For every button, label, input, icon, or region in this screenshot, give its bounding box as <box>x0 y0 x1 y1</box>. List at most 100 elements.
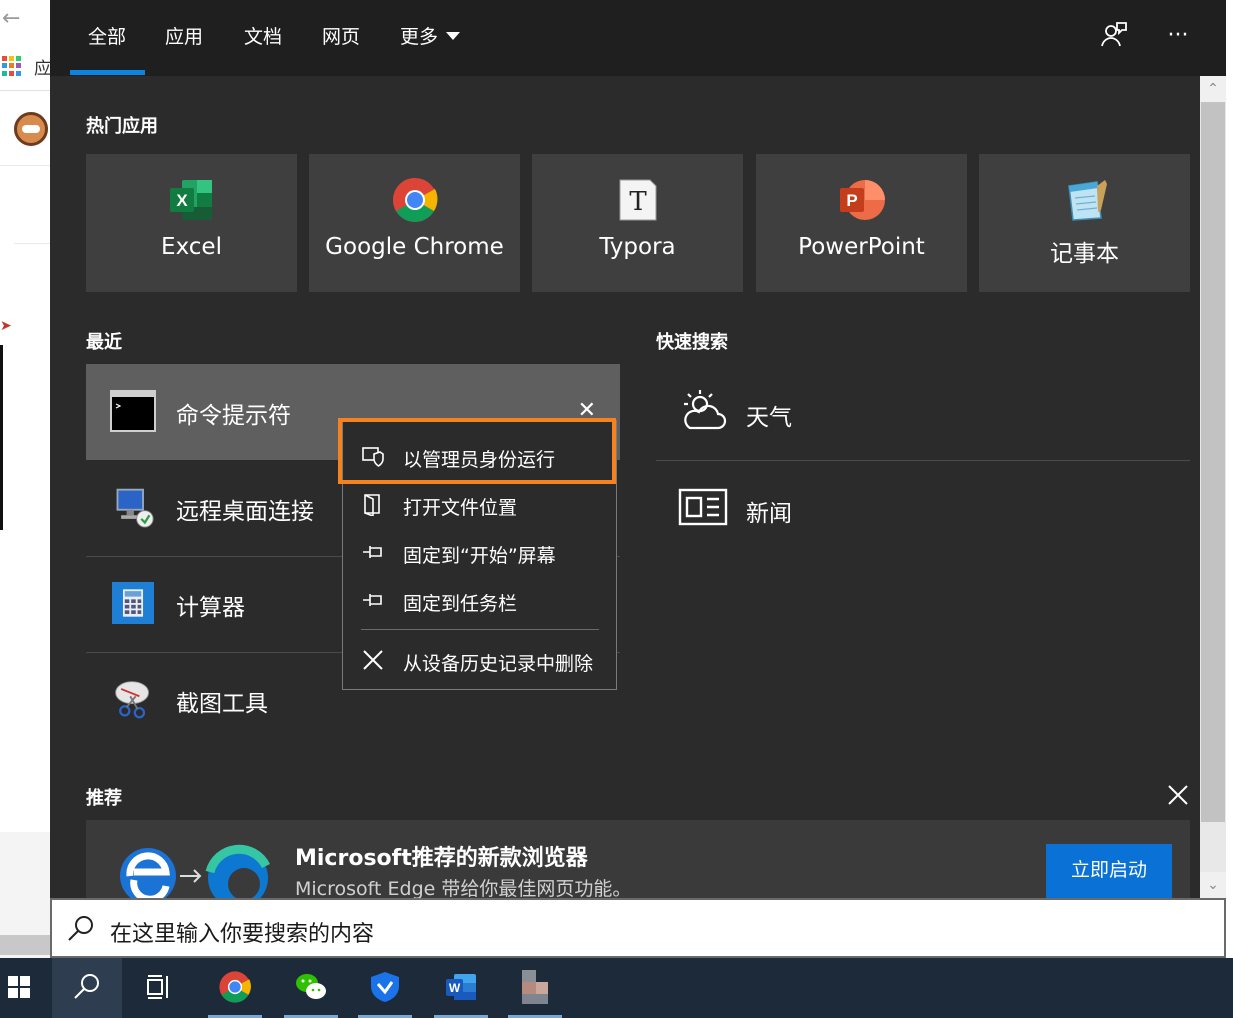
app-tile-powerpoint[interactable]: P PowerPoint <box>756 154 967 292</box>
menu-item-label: 固定到“开始”屏幕 <box>403 545 556 567</box>
scroll-up-icon[interactable]: ⌃ <box>1200 76 1226 102</box>
taskbar-blurred-app[interactable] <box>504 958 566 1018</box>
app-tile-label: Typora <box>599 234 676 260</box>
background-window-right <box>1226 0 1233 958</box>
background-scrollbar <box>0 935 50 955</box>
quick-search-news[interactable]: 新闻 <box>656 460 1190 556</box>
menu-item-run-as-admin[interactable]: 以管理员身份运行 <box>343 433 616 479</box>
svg-text:X: X <box>176 191 188 210</box>
apps-grid-icon[interactable] <box>2 56 22 76</box>
rocket-icon: ➤ <box>0 318 12 334</box>
section-title-recent: 最近 <box>86 332 122 353</box>
task-view-button[interactable] <box>128 958 190 1018</box>
recent-item-label: 命令提示符 <box>176 403 291 429</box>
section-title-recommend: 推荐 <box>86 788 122 809</box>
powerpoint-icon: P <box>839 180 885 220</box>
taskbar-word[interactable]: W <box>430 958 492 1018</box>
menu-item-pin-to-taskbar[interactable]: 固定到任务栏 <box>343 577 616 623</box>
search-input[interactable]: 在这里输入你要搜索的内容 <box>50 898 1226 958</box>
tab-more[interactable]: 更多 <box>400 22 461 49</box>
close-icon[interactable] <box>1164 783 1192 811</box>
chrome-icon <box>219 971 251 1003</box>
pin-icon <box>363 594 382 606</box>
app-tile-typora[interactable]: T Typora <box>532 154 743 292</box>
launch-now-button[interactable]: 立即启动 <box>1046 844 1172 898</box>
divider <box>0 90 50 91</box>
search-placeholder: 在这里输入你要搜索的内容 <box>110 922 375 947</box>
windows-start-icon <box>8 976 30 998</box>
app-tile-label: Excel <box>161 234 222 260</box>
app-tile-excel[interactable]: X Excel <box>86 154 297 292</box>
edge-logos-icon <box>120 844 271 898</box>
background-window: ← 应 ➤ <box>0 0 51 958</box>
apps-label: 应 <box>34 59 51 79</box>
svg-text:W: W <box>449 981 461 995</box>
tab-all[interactable]: 全部 <box>88 22 126 49</box>
menu-item-label: 固定到任务栏 <box>403 593 518 615</box>
taskbar-search-button[interactable] <box>52 958 122 1018</box>
menu-item-label: 从设备历史记录中删除 <box>403 653 594 675</box>
calculator-icon <box>112 582 154 624</box>
taskbar-chrome[interactable] <box>204 958 266 1018</box>
tab-documents[interactable]: 文档 <box>244 22 282 49</box>
app-tile-label: Google Chrome <box>325 234 504 260</box>
app-tile-notepad[interactable]: 记事本 <box>979 154 1190 292</box>
quick-search-weather[interactable]: 天气 <box>656 364 1190 460</box>
pin-icon <box>363 546 382 558</box>
tab-apps[interactable]: 应用 <box>165 22 203 49</box>
feedback-icon[interactable] <box>1098 20 1130 52</box>
section-title-top-apps: 热门应用 <box>86 116 158 137</box>
active-tab-indicator <box>70 70 145 75</box>
more-options-icon[interactable]: ··· <box>1162 20 1194 52</box>
taskbar: W <box>0 958 1233 1018</box>
scroll-down-icon[interactable]: ⌄ <box>1200 872 1226 898</box>
chevron-down-icon <box>446 32 461 40</box>
divider <box>14 243 50 244</box>
quick-search-label: 新闻 <box>746 501 792 527</box>
chrome-icon <box>392 178 437 222</box>
section-title-quick-search: 快速搜索 <box>656 332 728 353</box>
menu-item-label: 打开文件位置 <box>403 497 518 519</box>
scrollbar-thumb[interactable] <box>1201 100 1225 822</box>
app-tile-label: PowerPoint <box>798 234 925 260</box>
avatar[interactable] <box>14 112 48 146</box>
excel-icon: X <box>169 180 212 220</box>
admin-shield-icon <box>362 447 384 467</box>
app-tile-google-chrome[interactable]: Google Chrome <box>309 154 520 292</box>
news-icon <box>678 488 728 526</box>
background-bar <box>0 345 3 530</box>
divider <box>361 629 599 630</box>
cmd-icon <box>110 390 156 432</box>
back-arrow-icon[interactable]: ← <box>2 6 20 31</box>
menu-item-label: 以管理员身份运行 <box>403 449 556 471</box>
file-location-icon <box>364 494 380 516</box>
task-view-icon <box>147 975 168 999</box>
recent-item-label: 截图工具 <box>176 691 268 717</box>
recent-item-label: 计算器 <box>176 595 245 621</box>
tab-web[interactable]: 网页 <box>322 22 360 49</box>
menu-item-open-file-location[interactable]: 打开文件位置 <box>343 481 616 527</box>
menu-item-remove-from-history[interactable]: 从设备历史记录中删除 <box>343 637 616 683</box>
taskbar-security-app[interactable] <box>354 958 416 1018</box>
app-tile-label: 记事本 <box>1050 241 1119 267</box>
blurred-app-icon <box>522 970 548 1004</box>
recommend-card[interactable]: Microsoft推荐的新款浏览器 Microsoft Edge 带给你最佳网页… <box>86 820 1190 898</box>
context-menu: 以管理员身份运行 打开文件位置 固定到“开始”屏幕 固定到任务栏 从设备历史记录… <box>342 420 617 690</box>
windows-start-button[interactable] <box>0 958 50 1018</box>
quick-search-label: 天气 <box>746 405 792 431</box>
taskbar-wechat[interactable] <box>280 958 342 1018</box>
svg-text:P: P <box>846 191 857 210</box>
snipping-tool-icon <box>115 681 149 719</box>
weather-icon <box>684 390 727 430</box>
recent-item-label: 远程桌面连接 <box>176 499 314 525</box>
wechat-icon <box>296 974 326 999</box>
divider <box>0 165 50 166</box>
remote-desktop-icon <box>116 488 154 528</box>
close-icon <box>363 650 383 670</box>
recommend-card-description: Microsoft Edge 带给你最佳网页功能。 <box>295 878 632 898</box>
typora-icon: T <box>619 179 656 221</box>
search-icon <box>74 974 99 999</box>
notepad-icon <box>1067 180 1107 221</box>
menu-item-pin-to-start[interactable]: 固定到“开始”屏幕 <box>343 529 616 575</box>
recommend-card-title: Microsoft推荐的新款浏览器 <box>295 846 588 871</box>
